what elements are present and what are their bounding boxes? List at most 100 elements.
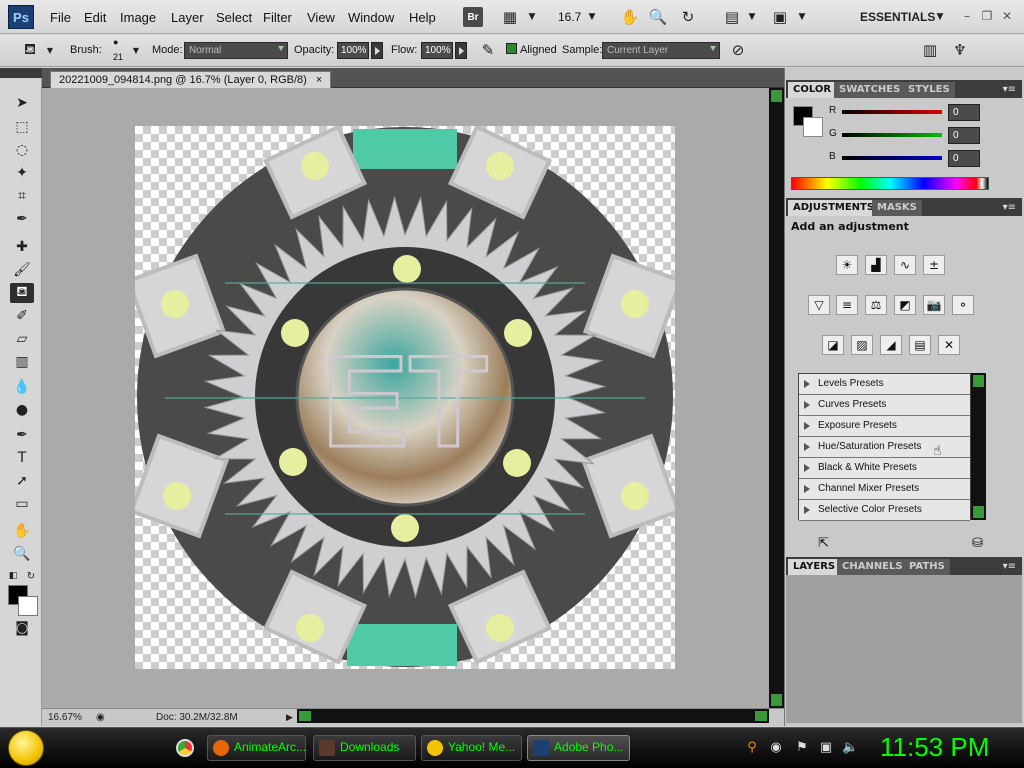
menu-help[interactable]: Help — [409, 10, 436, 25]
flow-slider-button[interactable] — [455, 42, 467, 59]
toolbox-header[interactable] — [0, 68, 42, 78]
tray-app-icon[interactable]: ◉ — [768, 740, 784, 756]
airbrush-icon[interactable]: ✎ — [478, 40, 498, 60]
g-slider[interactable] — [842, 133, 942, 137]
list-item[interactable]: Curves Presets — [799, 395, 970, 416]
clip-to-layer-icon[interactable]: ⛁ — [972, 536, 983, 551]
gradient-map-icon[interactable]: ▤ — [909, 335, 931, 355]
menu-select[interactable]: Select — [216, 10, 252, 25]
volume-icon[interactable]: 🔈 — [842, 740, 858, 756]
status-zoom[interactable]: 16.67% — [48, 712, 82, 723]
channel-mixer-icon[interactable]: ⚬ — [952, 295, 974, 315]
brush-tip-icon[interactable]: ● — [113, 37, 118, 47]
close-tab-icon[interactable]: × — [316, 74, 322, 86]
marquee-tool-icon[interactable]: ⬚ — [10, 117, 34, 137]
presets-scrollbar[interactable] — [971, 373, 986, 520]
quick-mask-icon[interactable]: ◙ — [10, 618, 34, 638]
view-extras-icon[interactable]: ▦ — [500, 7, 520, 27]
g-field[interactable]: 0 — [948, 127, 980, 144]
document-tab[interactable]: 20221009_094814.png @ 16.7% (Layer 0, RG… — [50, 71, 332, 88]
scroll-up-button[interactable] — [973, 375, 984, 387]
zoom-level[interactable]: 16.7 — [558, 10, 581, 24]
status-menu-arrow-icon[interactable]: ▶ — [286, 712, 293, 723]
type-tool-icon[interactable]: T — [10, 448, 34, 468]
menu-layer[interactable]: Layer — [171, 10, 204, 25]
list-item[interactable]: Selective Color Presets — [799, 500, 970, 521]
tab-layers[interactable]: LAYERS — [788, 559, 841, 575]
list-item[interactable]: Black & White Presets — [799, 458, 970, 479]
chevron-down-icon[interactable]: ▼ — [126, 40, 146, 60]
return-to-list-icon[interactable]: ⇱ — [818, 536, 829, 551]
hand-tool-icon[interactable]: ✋ — [10, 521, 34, 541]
list-item[interactable]: Exposure Presets — [799, 416, 970, 437]
pen-tool-icon[interactable]: ✒ — [10, 425, 34, 445]
scroll-down-button[interactable] — [771, 694, 782, 706]
chevron-down-icon[interactable]: ▼ — [582, 7, 602, 27]
levels-icon[interactable]: ▟ — [865, 255, 887, 275]
status-nav-icon[interactable]: ◉ — [96, 712, 105, 723]
taskbar-item-downloads[interactable]: Downloads — [313, 735, 416, 761]
tab-color[interactable]: COLOR — [788, 82, 837, 98]
opacity-slider-button[interactable] — [371, 42, 383, 59]
blur-tool-icon[interactable]: 💧 — [10, 377, 34, 397]
chrome-icon[interactable] — [176, 739, 194, 757]
minimize-icon[interactable]: – — [960, 9, 974, 23]
swap-colors-icon[interactable]: ↻ — [24, 566, 38, 586]
dodge-tool-icon[interactable]: ● — [10, 400, 34, 420]
aligned-checkbox[interactable] — [506, 43, 517, 54]
background-color-swatch[interactable] — [18, 596, 38, 616]
opacity-field[interactable]: 100% — [337, 42, 369, 59]
list-item[interactable]: Levels Presets — [799, 374, 970, 395]
chevron-down-icon[interactable]: ▼ — [792, 7, 812, 27]
menu-file[interactable]: File — [50, 10, 71, 25]
selective-color-icon[interactable]: ✕ — [938, 335, 960, 355]
expand-triangle-icon[interactable] — [804, 443, 810, 451]
tab-swatches[interactable]: SWATCHES — [834, 82, 906, 98]
curves-icon[interactable]: ∿ — [894, 255, 916, 275]
eraser-tool-icon[interactable]: ▱ — [10, 329, 34, 349]
brush-size[interactable]: 21 — [113, 52, 123, 62]
chevron-down-icon[interactable]: ▼ — [742, 7, 762, 27]
r-field[interactable]: 0 — [948, 104, 980, 121]
tab-channels[interactable]: CHANNELS — [837, 559, 908, 575]
menu-edit[interactable]: Edit — [84, 10, 106, 25]
vibrance-icon[interactable]: ▽ — [808, 295, 830, 315]
taskbar-item-yahoo[interactable]: Yahoo! Me... — [421, 735, 522, 761]
arrange-documents-icon[interactable]: ▤ — [722, 7, 742, 27]
shape-tool-icon[interactable]: ▭ — [10, 494, 34, 514]
chevron-down-icon[interactable]: ▼ — [930, 7, 950, 27]
panel-menu-icon[interactable]: ▾≡ — [1003, 84, 1016, 95]
action-center-icon[interactable]: ⚑ — [794, 740, 810, 756]
workspace-switcher[interactable]: ESSENTIALS — [860, 10, 935, 24]
network-icon[interactable]: ▣ — [818, 740, 834, 756]
color-spectrum-bar[interactable] — [791, 177, 989, 190]
b-slider[interactable] — [842, 156, 942, 160]
panel-menu-icon[interactable]: ▾≡ — [1003, 202, 1016, 213]
photo-filter-icon[interactable]: 📷 — [923, 295, 945, 315]
mode-select[interactable]: Normal — [184, 42, 288, 59]
restore-icon[interactable]: ❐ — [980, 9, 994, 23]
eyedropper-tool-icon[interactable]: ✒ — [10, 209, 34, 229]
panel-menu-icon[interactable]: ▾≡ — [1003, 561, 1016, 572]
threshold-icon[interactable]: ◢ — [880, 335, 902, 355]
scroll-up-button[interactable] — [771, 90, 782, 102]
taskbar-item-animate[interactable]: AnimateArc... — [207, 735, 306, 761]
scroll-left-button[interactable] — [299, 711, 311, 721]
black-white-icon[interactable]: ◩ — [894, 295, 916, 315]
expand-triangle-icon[interactable] — [804, 380, 810, 388]
close-icon[interactable]: ✕ — [1000, 9, 1014, 23]
vertical-scrollbar[interactable] — [769, 88, 784, 708]
smiley-start-icon[interactable] — [8, 730, 44, 766]
move-tool-icon[interactable]: ➤ — [10, 93, 34, 113]
exposure-icon[interactable]: ± — [923, 255, 945, 275]
hue-saturation-icon[interactable]: ≡ — [836, 295, 858, 315]
hand-tool-icon[interactable]: ✋ — [620, 7, 640, 27]
chevron-down-icon[interactable]: ▼ — [522, 7, 542, 27]
layers-panel-body[interactable] — [786, 575, 1022, 723]
posterize-icon[interactable]: ▨ — [851, 335, 873, 355]
zoom-tool-icon[interactable]: 🔍 — [10, 544, 34, 564]
expand-triangle-icon[interactable] — [804, 485, 810, 493]
expand-triangle-icon[interactable] — [804, 506, 810, 514]
taskbar-clock[interactable]: 11:53 PM — [880, 732, 989, 763]
default-colors-icon[interactable]: ◧ — [6, 566, 20, 586]
